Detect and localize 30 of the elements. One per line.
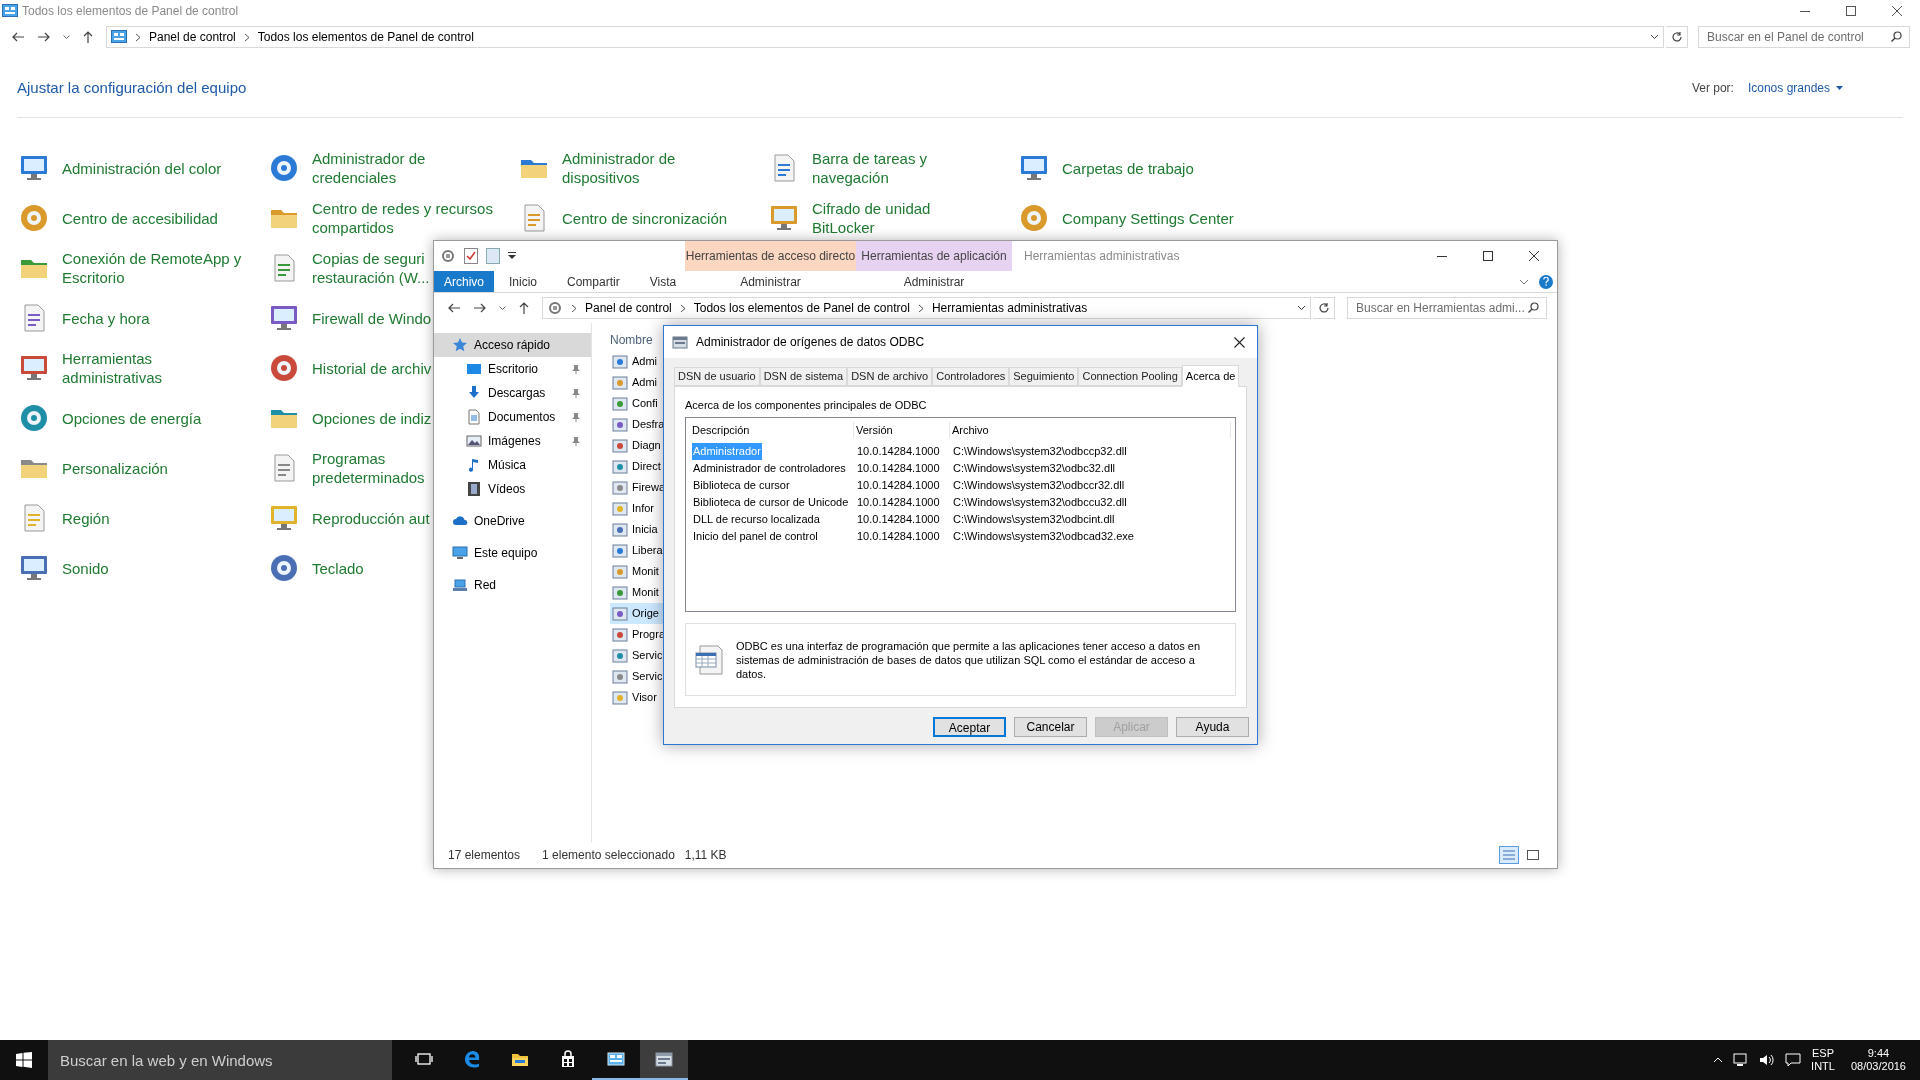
table-cell-text: 10.0.14284.1000 — [856, 529, 941, 545]
contextual-tab-header: Herramientas de aplicación — [856, 241, 1012, 271]
status-text: 1 elemento seleccionado — [542, 847, 675, 864]
table-cell-text: C:\Windows\system32\odbcad32.exe — [952, 529, 1135, 545]
table-cell-text: 10.0.14284.1000 — [856, 478, 941, 494]
table-cell-text: C:\Windows\system32\odbc32.dll — [952, 461, 1116, 477]
info-text: ODBC es una interfaz de programación que permite a las aplicaciones tener acceso a datos en sistemas de administración de bases de datos que utilizan SQL como el estándar de acceso a datos. — [736, 638, 1202, 681]
table-cell-text: Biblioteca de cursor — [692, 478, 791, 494]
table-cell-text: 10.0.14284.1000 — [856, 512, 941, 528]
table-cell-text: Administrador de controladores — [692, 461, 847, 477]
dialog-title: Administrador de orígenes de datos ODBC — [696, 334, 926, 351]
status-text: 17 elementos — [448, 847, 521, 864]
contextual-tab-header: Herramientas de acceso directo — [685, 241, 856, 271]
table-cell-text: C:\Windows\system32\odbccr32.dll — [952, 478, 1126, 494]
table-cell-text: C:\Windows\system32\odbccu32.dll — [952, 495, 1128, 511]
status-text: 1,11 KB — [684, 847, 727, 864]
table-cell-text: 10.0.14284.1000 — [856, 444, 941, 460]
page-heading: Ajustar la configuración del equipo — [17, 77, 248, 98]
table-cell-text: DLL de recurso localizada — [692, 512, 821, 528]
window-title: Herramientas administrativas — [1024, 248, 1180, 265]
section-label: Acerca de los componentes principales de ODBC — [685, 398, 928, 413]
window-title: Todos los elementos de Panel de control — [22, 3, 239, 20]
table-cell-text: C:\Windows\system32\odbccp32.dll — [952, 444, 1128, 460]
table-cell-text: C:\Windows\system32\odbcint.dll — [952, 512, 1116, 528]
table-cell: Administrador — [692, 443, 762, 460]
table-cell-text: Inicio del panel de control — [692, 529, 819, 545]
table-cell-text: Biblioteca de cursor de Unicode — [692, 495, 850, 511]
table-cell-text: 10.0.14284.1000 — [856, 495, 941, 511]
table-cell-text: 10.0.14284.1000 — [856, 461, 941, 477]
view-by-label: Ver por: — [1691, 80, 1734, 97]
